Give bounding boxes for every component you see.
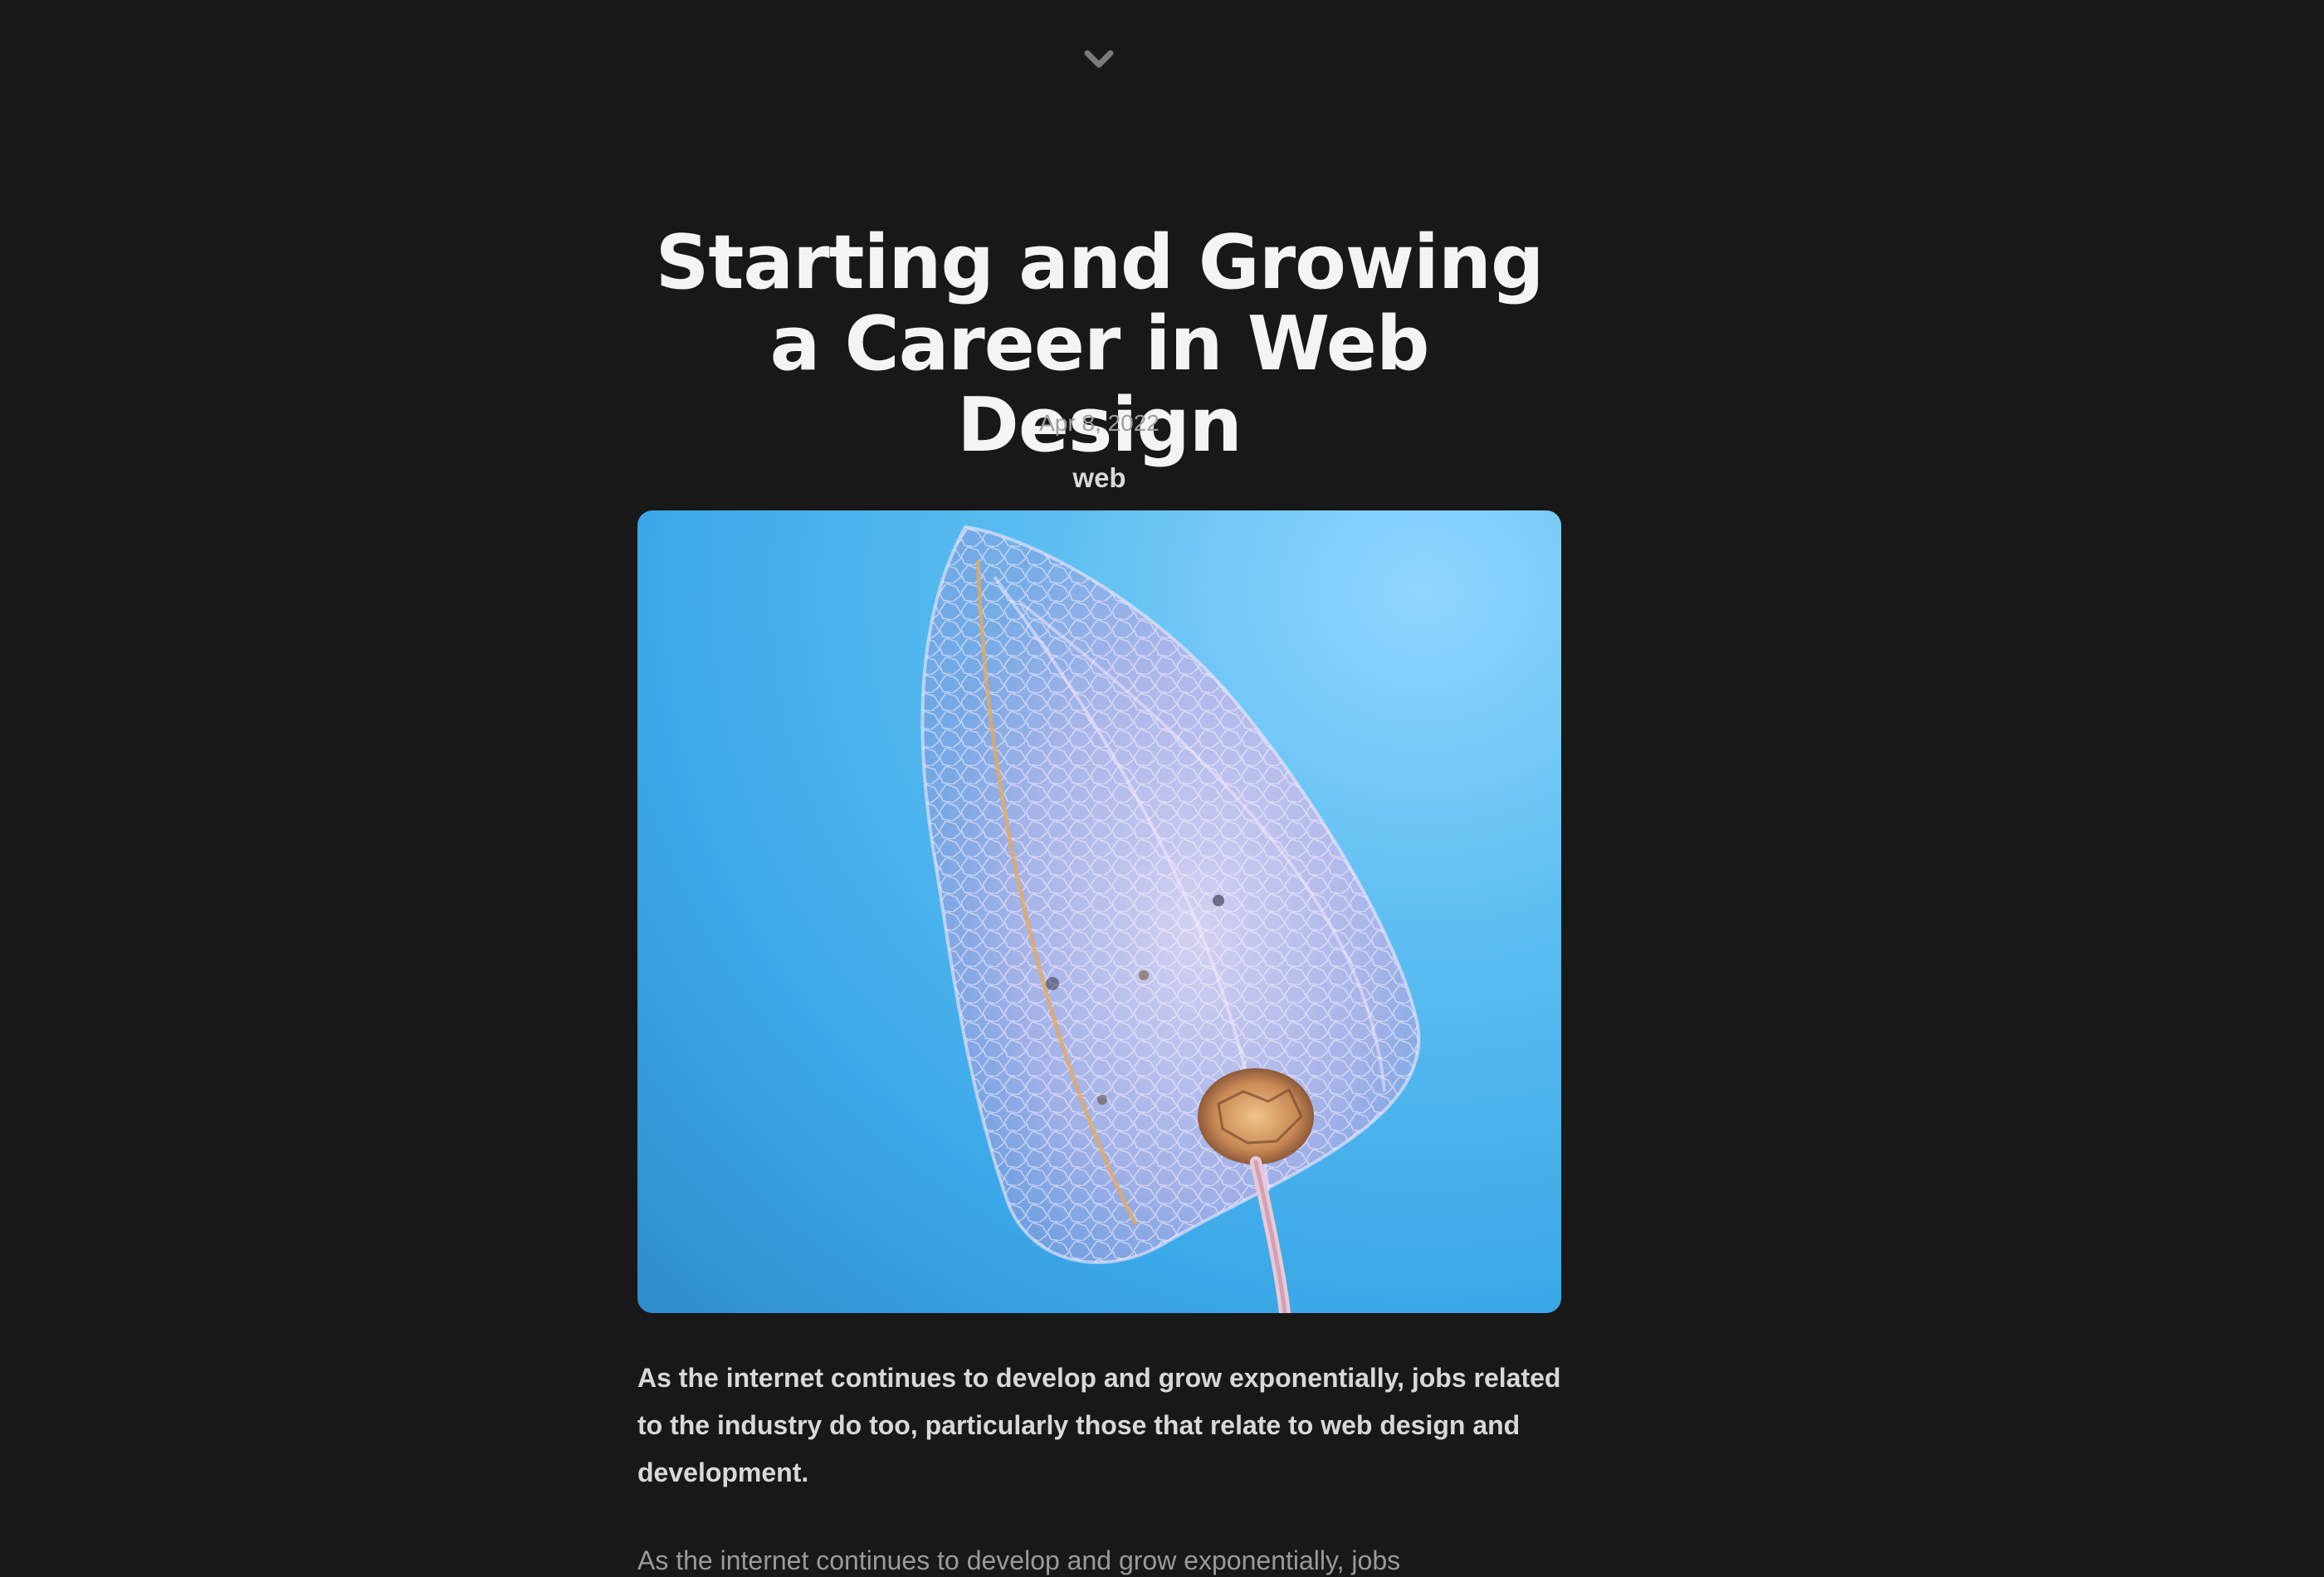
article-body: As the internet continues to develop and… — [637, 1545, 1401, 1575]
article-tag[interactable]: web — [637, 461, 1561, 495]
article-date: Apr 8, 2022 — [1039, 410, 1160, 436]
hero-image — [637, 510, 1561, 1313]
article-lead: As the internet continues to develop and… — [637, 1363, 1561, 1487]
chevron-down-icon[interactable] — [1082, 43, 1116, 76]
